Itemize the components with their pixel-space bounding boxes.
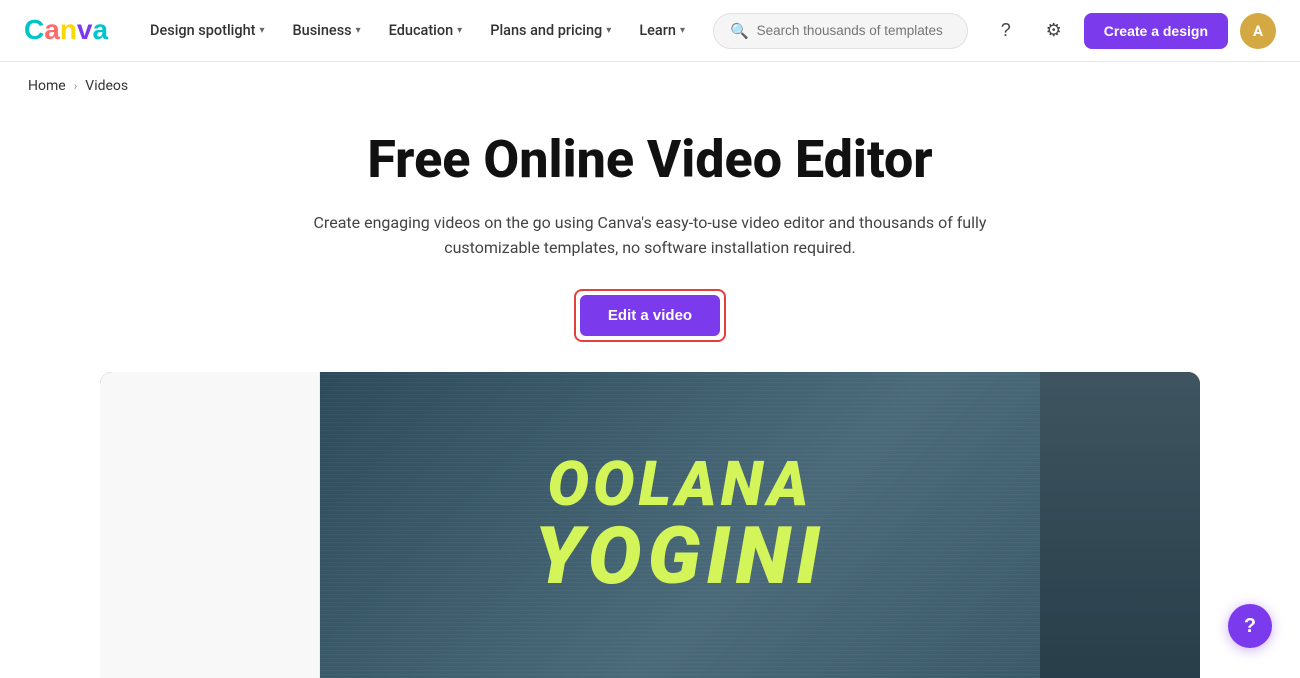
nav-business[interactable]: Business ▾: [280, 14, 372, 47]
edit-video-button[interactable]: Edit a video: [580, 295, 720, 336]
nav-design-spotlight-label: Design spotlight: [150, 22, 255, 39]
chevron-down-icon: ▾: [680, 25, 685, 36]
svg-text:Canva: Canva: [24, 14, 109, 45]
video-left-panel: [100, 372, 320, 678]
nav-actions: ? ⚙ Create a design A: [988, 13, 1276, 49]
search-bar[interactable]: 🔍: [713, 13, 968, 49]
video-inner: OOLANA YOGINI: [100, 372, 1200, 678]
help-question-button[interactable]: ?: [988, 13, 1024, 49]
breadcrumb-home-link[interactable]: Home: [28, 78, 66, 94]
chevron-down-icon: ▾: [259, 25, 264, 36]
breadcrumb: Home › Videos: [0, 62, 1300, 110]
chevron-down-icon: ▾: [457, 25, 462, 36]
hero-section: Free Online Video Editor Create engaging…: [0, 110, 1300, 372]
navbar: Canva Design spotlight ▾ Business ▾ Educ…: [0, 0, 1300, 62]
search-input[interactable]: [757, 23, 951, 38]
video-right-panel: [1040, 372, 1200, 678]
search-icon: 🔍: [730, 22, 749, 40]
nav-items: Design spotlight ▾ Business ▾ Education …: [138, 14, 697, 47]
nav-education-label: Education: [389, 22, 454, 39]
nav-design-spotlight[interactable]: Design spotlight ▾: [138, 14, 276, 47]
video-text-overlay: OOLANA YOGINI: [320, 372, 1040, 678]
chevron-down-icon: ▾: [606, 25, 611, 36]
create-design-button[interactable]: Create a design: [1084, 13, 1228, 49]
chevron-down-icon: ▾: [356, 25, 361, 36]
video-main-area: OOLANA YOGINI: [320, 372, 1040, 678]
nav-learn-label: Learn: [639, 22, 676, 39]
breadcrumb-separator: ›: [74, 79, 78, 93]
video-preview: OOLANA YOGINI: [100, 372, 1200, 678]
nav-plans-pricing[interactable]: Plans and pricing ▾: [478, 14, 623, 47]
nav-education[interactable]: Education ▾: [377, 14, 475, 47]
video-title-top: OOLANA: [548, 454, 813, 516]
canva-logo[interactable]: Canva: [24, 13, 114, 49]
breadcrumb-current-page: Videos: [85, 78, 128, 94]
edit-video-button-wrapper: Edit a video: [574, 289, 726, 342]
video-title-bottom: YOGINI: [534, 516, 825, 596]
page-title: Free Online Video Editor: [20, 130, 1280, 190]
nav-learn[interactable]: Learn ▾: [627, 14, 697, 47]
nav-plans-pricing-label: Plans and pricing: [490, 22, 602, 39]
avatar[interactable]: A: [1240, 13, 1276, 49]
settings-button[interactable]: ⚙: [1036, 13, 1072, 49]
help-button[interactable]: ?: [1228, 604, 1272, 648]
nav-business-label: Business: [292, 22, 351, 39]
hero-description: Create engaging videos on the go using C…: [270, 210, 1030, 261]
